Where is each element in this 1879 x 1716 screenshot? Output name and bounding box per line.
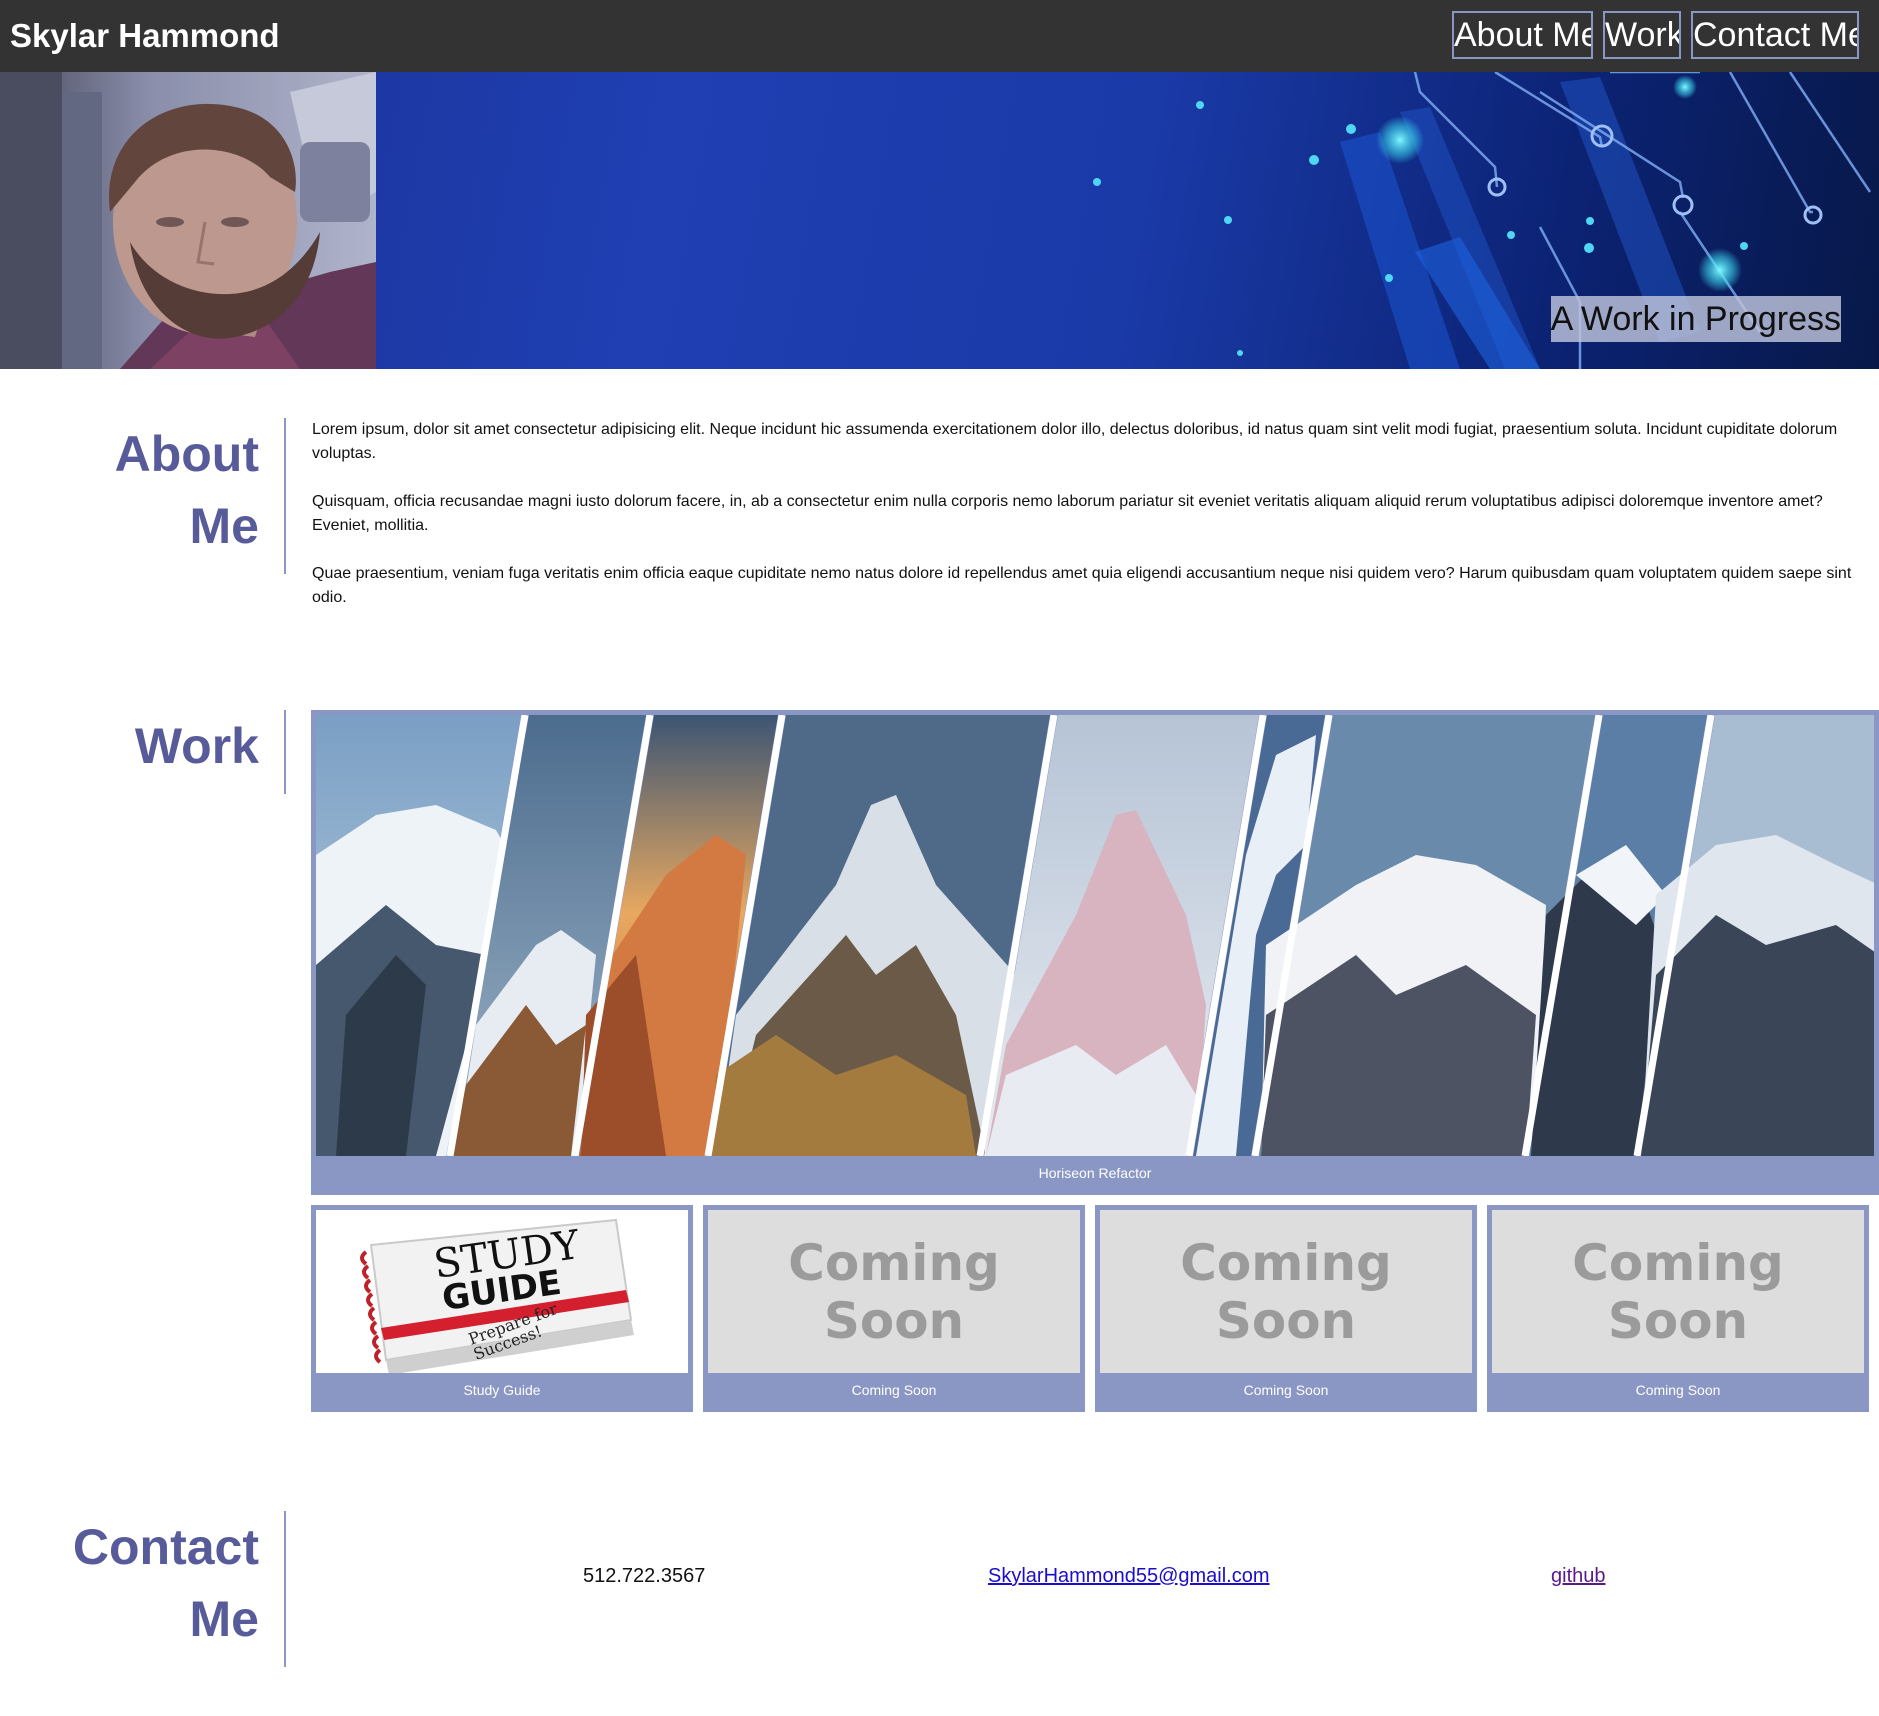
project-card-coming-soon[interactable]: Coming Soon Coming Soon [703,1205,1085,1412]
nav-about-me-link[interactable]: About Me [1452,11,1593,59]
contact-heading-line-1: Contact [72,1519,259,1575]
featured-project-caption: Horiseon Refactor [1038,1165,1152,1181]
work-divider [284,710,286,794]
project-caption: Coming Soon [1243,1382,1329,1398]
site-title: Skylar Hammond [10,17,280,54]
about-me-text: Lorem ipsum, dolor sit amet consectetur … [312,418,1857,634]
top-navigation-bar: Skylar Hammond About Me Work Contact Me [0,0,1879,72]
nav-contact-me-link[interactable]: Contact Me [1691,11,1859,59]
contact-heading-line-2: Me [189,1591,259,1647]
about-heading-line-2: Me [189,498,259,554]
hero-tagline: A Work in Progress [1550,296,1841,342]
about-me-heading: About Me [115,418,259,562]
coming-soon-line-2: Soon [823,1291,965,1350]
coming-soon-image: Coming Soon [708,1210,1080,1373]
about-divider [284,418,286,574]
hero-banner: A Work in Progress [0,72,1879,369]
coming-soon-line-1: Coming [1180,1233,1392,1292]
contact-phone: 512.722.3567 [583,1565,706,1587]
project-caption: Coming Soon [851,1382,937,1398]
nav-work-link[interactable]: Work [1603,11,1681,59]
contact-email-link[interactable]: SkylarHammond55@gmail.com [988,1563,1270,1589]
about-paragraph: Quisquam, officia recusandae magni iusto… [312,493,1823,534]
contact-github-link[interactable]: github [1551,1563,1606,1589]
coming-soon-line-1: Coming [1572,1233,1784,1292]
profile-photo [0,72,376,369]
featured-project-card[interactable]: Horiseon Refactor [311,710,1879,1195]
mountain-collage-image [316,715,1874,1156]
study-guide-book-image: STUDY GUIDE Prepare for Success! [360,1218,634,1373]
contact-me-heading: Contact Me [73,1511,259,1655]
about-paragraph: Quae praesentium, veniam fuga veritatis … [312,565,1852,606]
project-card-study-guide[interactable]: STUDY GUIDE Prepare for Success! Study G… [311,1205,693,1412]
coming-soon-image: Coming Soon [1100,1210,1472,1373]
coming-soon-line-1: Coming [788,1233,1000,1292]
project-card-coming-soon[interactable]: Coming Soon Coming Soon [1487,1205,1869,1412]
contact-divider [284,1511,286,1667]
about-paragraph: Lorem ipsum, dolor sit amet consectetur … [312,421,1838,462]
study-guide-image: STUDY GUIDE Prepare for Success! [316,1210,688,1373]
about-heading-line-1: About [114,426,259,482]
work-heading: Work [134,718,259,774]
project-card-coming-soon[interactable]: Coming Soon Coming Soon [1095,1205,1477,1412]
project-caption: Study Guide [463,1382,541,1398]
featured-project-image [316,715,1874,1156]
coming-soon-image: Coming Soon [1492,1210,1864,1373]
coming-soon-line-2: Soon [1607,1291,1749,1350]
project-caption: Coming Soon [1635,1382,1721,1398]
coming-soon-line-2: Soon [1215,1291,1357,1350]
